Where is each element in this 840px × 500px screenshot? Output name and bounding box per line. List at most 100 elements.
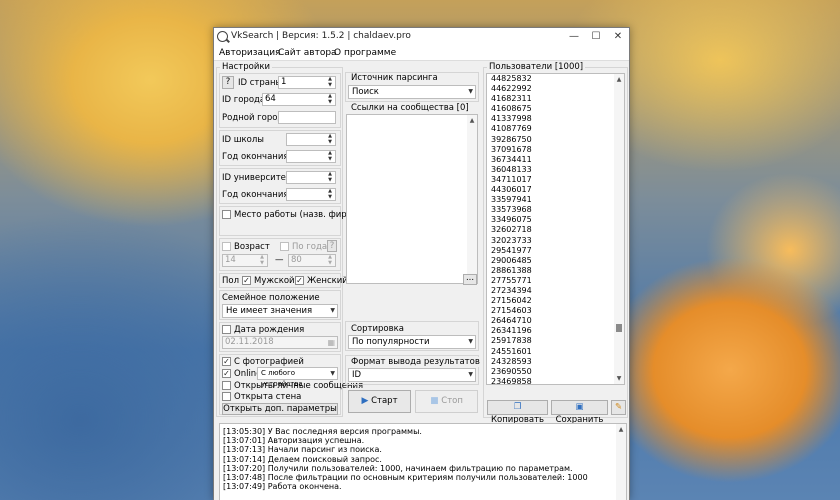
- university-input[interactable]: ▲ ▼: [286, 171, 336, 184]
- links-more-button[interactable]: ...: [463, 274, 477, 285]
- age-from-value: 14: [225, 255, 236, 265]
- user-id-row[interactable]: 39286750: [487, 135, 624, 145]
- clear-button[interactable]: ✎: [611, 400, 626, 415]
- country-help-button[interactable]: ?: [222, 76, 234, 89]
- menu-authorization[interactable]: Авторизация: [219, 48, 280, 58]
- users-scroll-thumb[interactable]: [616, 324, 622, 332]
- male-checkbox[interactable]: ✓: [242, 276, 251, 285]
- start-button[interactable]: ▶ Старт: [348, 390, 411, 413]
- school-grad-input[interactable]: ▲ ▼: [286, 150, 336, 163]
- user-id-row[interactable]: 24328593: [487, 357, 624, 367]
- links-textarea[interactable]: ▲ ▼: [346, 114, 478, 284]
- user-id-row[interactable]: 33496075: [487, 215, 624, 225]
- stop-button[interactable]: ■ Стоп: [415, 390, 478, 413]
- age-by-years-checkbox[interactable]: [280, 242, 289, 251]
- user-id-row[interactable]: 33573968: [487, 205, 624, 215]
- age-from-spinner-icon[interactable]: ▲ ▼: [258, 254, 266, 266]
- university-grad-input[interactable]: ▲ ▼: [286, 188, 336, 201]
- save-button[interactable]: ▣ Сохранить: [551, 400, 608, 425]
- work-checkbox[interactable]: [222, 210, 231, 219]
- user-id-row[interactable]: 27156042: [487, 296, 624, 306]
- links-scrollbar[interactable]: ▲ ▼: [467, 115, 477, 283]
- copy-button[interactable]: ❐ Копировать: [487, 400, 548, 425]
- user-id-row[interactable]: 44306017: [487, 185, 624, 195]
- open-wall-checkbox[interactable]: [222, 392, 231, 401]
- photo-checkbox[interactable]: ✓: [222, 357, 231, 366]
- chevron-down-icon: ▼: [330, 370, 335, 377]
- user-id-row[interactable]: 44825832: [487, 74, 624, 84]
- format-value: ID: [352, 370, 362, 380]
- calendar-icon[interactable]: ▦: [327, 337, 335, 348]
- country-spinner-icon[interactable]: ▲ ▼: [326, 76, 334, 88]
- user-id-row[interactable]: 27154603: [487, 306, 624, 316]
- user-id-row[interactable]: 36048133: [487, 165, 624, 175]
- birthdate-input[interactable]: 02.11.2018 ▦: [222, 336, 338, 349]
- log-line: [13:07:48] После фильтрации по основным …: [223, 473, 588, 483]
- age-from-input[interactable]: 14 ▲ ▼: [222, 254, 268, 267]
- maximize-button[interactable]: ☐: [585, 28, 607, 46]
- age-checkbox[interactable]: [222, 242, 231, 251]
- school-spinner-icon[interactable]: ▲ ▼: [326, 133, 334, 145]
- user-id-row[interactable]: 32023733: [487, 236, 624, 246]
- extra-params-button[interactable]: Открыть доп. параметры: [222, 403, 338, 415]
- user-id-row[interactable]: 44622992: [487, 84, 624, 94]
- user-id-row[interactable]: 36734411: [487, 155, 624, 165]
- user-id-row[interactable]: 23690550: [487, 367, 624, 377]
- user-id-row[interactable]: 26341196: [487, 326, 624, 336]
- user-id-row[interactable]: 41337998: [487, 114, 624, 124]
- user-id-row[interactable]: 26464710: [487, 316, 624, 326]
- users-list[interactable]: 44825832 44622992 41682311 41608675 41337998…: [486, 73, 625, 385]
- source-select[interactable]: Поиск ▼: [348, 85, 476, 99]
- user-id-row[interactable]: 25917838: [487, 336, 624, 346]
- school-grad-spinner-icon[interactable]: ▲ ▼: [326, 150, 334, 162]
- user-id-row[interactable]: 41087769: [487, 124, 624, 134]
- open-messages-label: Открыты личные сообщения: [234, 381, 364, 391]
- user-id-row[interactable]: 24551601: [487, 347, 624, 357]
- user-id-row[interactable]: 27755771: [487, 276, 624, 286]
- university-grad-spinner-icon[interactable]: ▲ ▼: [326, 188, 334, 200]
- scroll-up-icon[interactable]: ▲: [614, 76, 624, 83]
- user-id-row[interactable]: 27234394: [487, 286, 624, 296]
- log-scrollbar[interactable]: ▲: [616, 424, 626, 500]
- minimize-button[interactable]: —: [563, 28, 585, 46]
- female-checkbox[interactable]: ✓: [295, 276, 304, 285]
- user-id-row[interactable]: 29006485: [487, 256, 624, 266]
- user-id-row[interactable]: 28861388: [487, 266, 624, 276]
- scroll-up-icon[interactable]: ▲: [467, 117, 477, 124]
- country-input[interactable]: 1 ▲ ▼: [278, 76, 336, 89]
- online-checkbox[interactable]: ✓: [222, 369, 231, 378]
- user-id-row[interactable]: 33597941: [487, 195, 624, 205]
- online-device-select[interactable]: С любого устройства ▼: [257, 367, 338, 388]
- title-bar[interactable]: VkSearch | Версия: 1.5.2 | chaldaev.pro …: [214, 28, 629, 46]
- scroll-up-icon[interactable]: ▲: [616, 426, 626, 433]
- user-id-row[interactable]: 32602718: [487, 225, 624, 235]
- school-input[interactable]: ▲ ▼: [286, 133, 336, 146]
- format-select[interactable]: ID ▼: [348, 368, 476, 382]
- window-title: VkSearch | Версия: 1.5.2 | chaldaev.pro: [231, 31, 411, 41]
- close-button[interactable]: ✕: [607, 28, 629, 46]
- menu-author-site[interactable]: Сайт автора: [278, 48, 337, 58]
- age-to-input[interactable]: 80 ▲ ▼: [288, 254, 336, 267]
- open-messages-checkbox[interactable]: [222, 381, 231, 390]
- age-to-spinner-icon[interactable]: ▲ ▼: [326, 254, 334, 266]
- university-spinner-icon[interactable]: ▲ ▼: [326, 171, 334, 183]
- open-wall-label: Открыта стена: [234, 392, 302, 402]
- age-help-button[interactable]: ?: [327, 240, 337, 252]
- hometown-input[interactable]: [278, 111, 336, 124]
- marital-select[interactable]: Не имеет значения ▼: [222, 304, 338, 318]
- city-input[interactable]: 64 ▲ ▼: [262, 93, 336, 106]
- user-id-row[interactable]: 37091678: [487, 145, 624, 155]
- sort-select[interactable]: По популярности ▼: [348, 335, 476, 349]
- user-id-row[interactable]: 41682311: [487, 94, 624, 104]
- user-id-row[interactable]: 34711017: [487, 175, 624, 185]
- users-scrollbar[interactable]: ▲ ▼: [614, 74, 624, 384]
- city-spinner-icon[interactable]: ▲ ▼: [326, 93, 334, 105]
- settings-group-label: Настройки: [220, 62, 273, 72]
- birthdate-checkbox[interactable]: [222, 325, 231, 334]
- menu-about[interactable]: О программе: [334, 48, 396, 58]
- user-id-row[interactable]: 41608675: [487, 104, 624, 114]
- user-id-row[interactable]: 29541977: [487, 246, 624, 256]
- log-box[interactable]: [13:05:30] У Вас последняя версия програ…: [219, 423, 627, 500]
- user-id-row[interactable]: 23469858: [487, 377, 624, 384]
- scroll-down-icon[interactable]: ▼: [614, 375, 624, 382]
